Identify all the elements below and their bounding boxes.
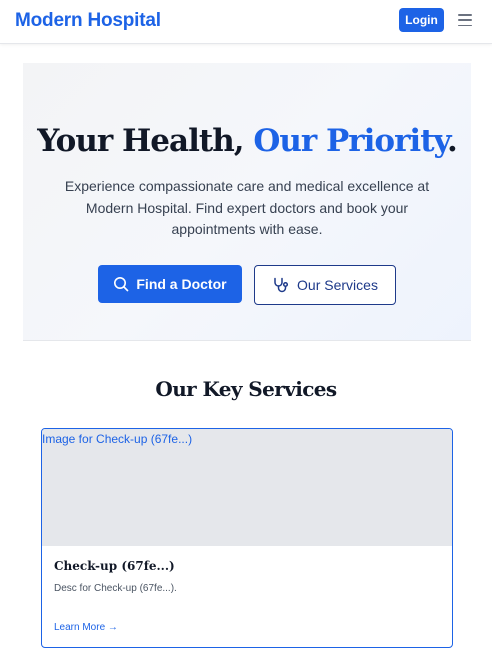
service-card-image-alt: Image for Check-up (67fe...) (42, 432, 193, 446)
find-doctor-label: Find a Doctor (136, 276, 227, 292)
service-card-description: Desc for Check-up (67fe...). (54, 583, 177, 594)
stethoscope-icon (272, 276, 290, 294)
hamburger-menu-icon[interactable] (457, 12, 473, 28)
service-card-image: Image for Check-up (67fe...) (42, 429, 452, 546)
hero-title-end: . (446, 123, 458, 159)
search-icon (113, 276, 129, 292)
services-section-title: Our Key Services (155, 377, 337, 401)
hero-title: Your Health, Our Priority. (23, 123, 471, 159)
our-services-label: Our Services (297, 277, 378, 293)
login-button[interactable]: Login (399, 8, 444, 32)
site-header: Modern Hospital Login (0, 0, 492, 44)
our-services-button[interactable]: Our Services (254, 265, 396, 305)
brand-logo[interactable]: Modern Hospital (15, 10, 161, 32)
service-card[interactable]: Image for Check-up (67fe...) Check-up (6… (41, 428, 453, 648)
hero-section: Your Health, Our Priority. Experience co… (23, 63, 471, 341)
service-card-title: Check-up (67fe...) (54, 559, 175, 573)
find-doctor-button[interactable]: Find a Doctor (98, 265, 242, 303)
hero-title-main: Your Health, (37, 123, 254, 159)
hero-title-accent: Our Priority (253, 123, 448, 159)
learn-more-link[interactable]: Learn More → (54, 622, 118, 633)
hero-description: Experience compassionate care and medica… (64, 178, 430, 237)
